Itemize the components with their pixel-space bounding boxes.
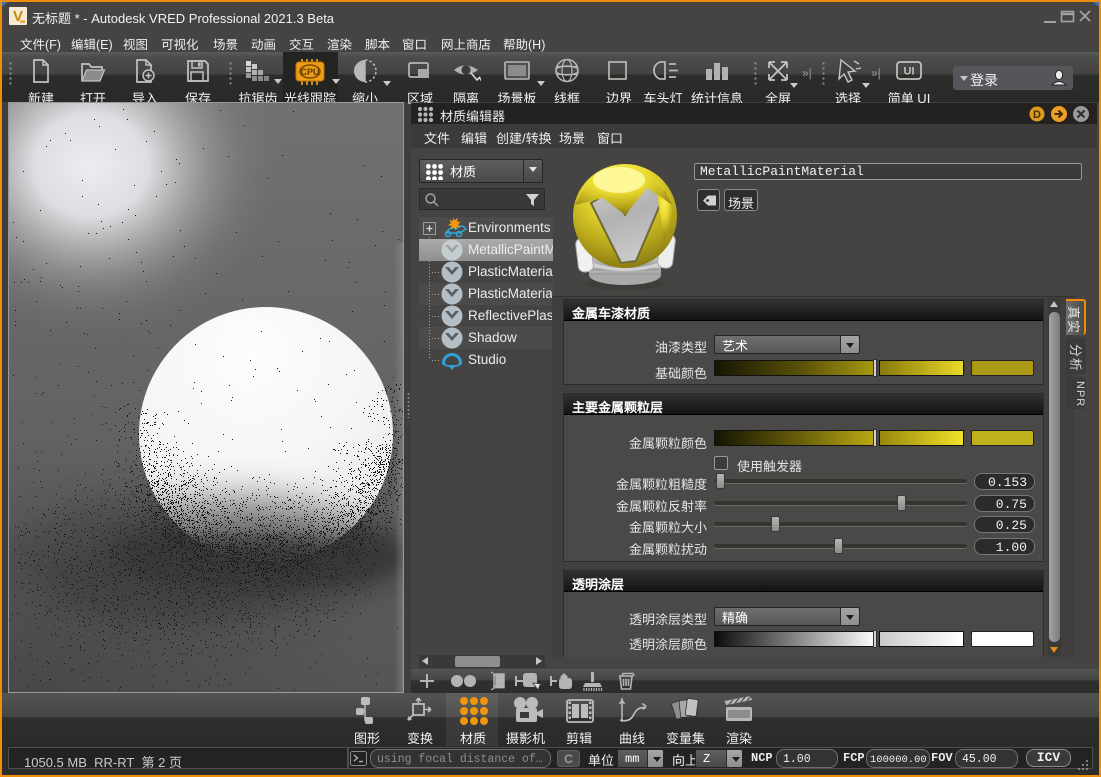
svg-text:CPU: CPU (300, 67, 319, 77)
svg-text:D: D (1033, 109, 1041, 121)
svg-text:UI: UI (904, 66, 915, 78)
